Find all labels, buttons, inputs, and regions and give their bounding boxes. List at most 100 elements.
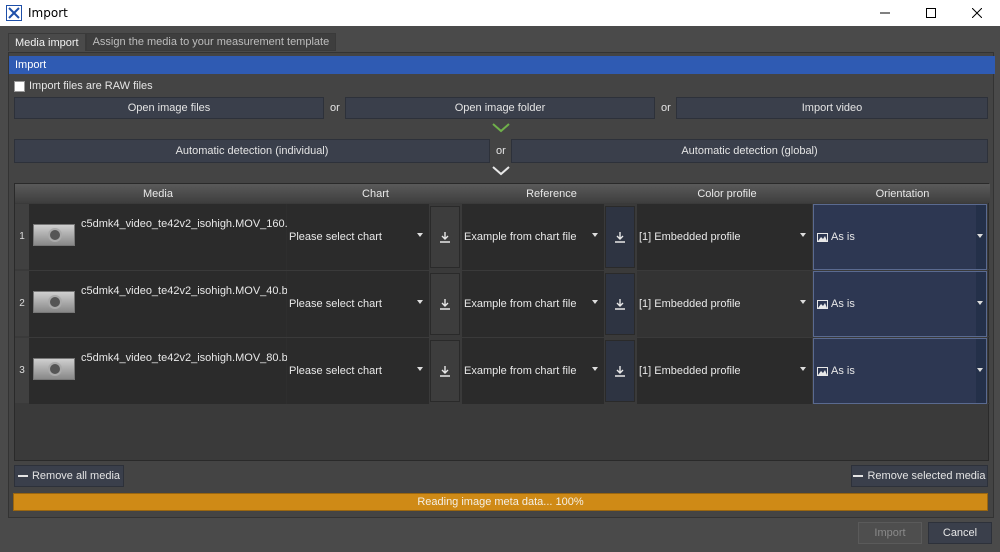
download-icon — [440, 232, 450, 243]
title-bar: Import — [0, 0, 1000, 26]
app-icon — [6, 5, 22, 21]
cancel-button[interactable]: Cancel — [928, 522, 992, 544]
dropdown-arrow-icon — [800, 367, 806, 371]
dropdown-arrow-icon — [592, 233, 598, 237]
load-reference-button[interactable] — [605, 340, 635, 402]
reference-select[interactable]: Example from chart file — [462, 271, 604, 337]
table-row[interactable]: 1 c5dmk4_video_te42v2_isohigh.MOV_160.bm… — [15, 204, 990, 270]
tab-media-import[interactable]: Media import — [8, 33, 86, 51]
image-icon — [817, 299, 828, 309]
color-profile-value: [1] Embedded profile — [639, 298, 741, 310]
table-row[interactable]: 3 c5dmk4_video_te42v2_isohigh.MOV_80.bmp… — [15, 338, 990, 404]
row-number: 2 — [15, 271, 29, 336]
reference-select[interactable]: Example from chart file — [462, 338, 604, 404]
import-video-button[interactable]: Import video — [676, 97, 988, 119]
media-cell[interactable]: c5dmk4_video_te42v2_isohigh.MOV_40.bmp — [29, 271, 303, 337]
section-header: Import — [9, 56, 995, 74]
chart-select[interactable]: Please select chart — [287, 338, 429, 404]
chart-select[interactable]: Please select chart — [287, 204, 429, 270]
download-icon — [440, 299, 450, 310]
remove-all-media-button[interactable]: Remove all media — [14, 465, 124, 487]
row-number-header — [15, 184, 29, 203]
column-header-color-profile[interactable]: Color profile — [639, 184, 815, 203]
or-label: or — [496, 145, 506, 157]
column-header-media[interactable]: Media — [29, 184, 287, 203]
or-label: or — [330, 102, 340, 114]
chart-select-value: Please select chart — [289, 231, 382, 243]
orientation-select[interactable]: As is — [813, 271, 987, 337]
minimize-button[interactable] — [862, 0, 908, 26]
auto-detect-global-button[interactable]: Automatic detection (global) — [511, 139, 988, 163]
orientation-select[interactable]: As is — [813, 338, 987, 404]
dropdown-arrow-icon — [417, 233, 423, 237]
column-header-orientation[interactable]: Orientation — [815, 184, 990, 203]
minimize-icon — [880, 12, 890, 14]
reference-select-value: Example from chart file — [464, 365, 577, 377]
dropdown-arrow-icon — [800, 300, 806, 304]
load-chart-button[interactable] — [430, 273, 460, 335]
media-thumbnail — [33, 224, 75, 246]
progress-text: Reading image meta data... 100% — [417, 496, 584, 508]
load-chart-button[interactable] — [430, 340, 460, 402]
column-header-reference[interactable]: Reference — [464, 184, 639, 203]
dropdown-arrow-icon — [977, 234, 983, 238]
download-icon — [615, 299, 625, 310]
media-thumbnail — [33, 358, 75, 380]
raw-files-label: Import files are RAW files — [29, 80, 153, 92]
raw-files-option[interactable]: Import files are RAW files — [14, 80, 153, 92]
reference-select[interactable]: Example from chart file — [462, 204, 604, 270]
download-icon — [615, 366, 625, 377]
open-image-files-button[interactable]: Open image files — [14, 97, 324, 119]
column-header-chart[interactable]: Chart — [287, 184, 464, 203]
load-chart-button[interactable] — [430, 206, 460, 268]
media-cell[interactable]: c5dmk4_video_te42v2_isohigh.MOV_160.bmp — [29, 204, 309, 270]
color-profile-select[interactable]: [1] Embedded profile — [637, 338, 812, 404]
remove-all-media-label: Remove all media — [31, 470, 121, 482]
reference-select-value: Example from chart file — [464, 231, 577, 243]
close-icon — [972, 8, 982, 18]
progress-bar: Reading image meta data... 100% — [13, 493, 988, 511]
auto-detect-individual-button[interactable]: Automatic detection (individual) — [14, 139, 490, 163]
dropdown-arrow-icon — [417, 300, 423, 304]
import-panel: Import Import files are RAW files Open i… — [8, 52, 995, 518]
table-header: Media Chart Reference Color profile Orie… — [15, 184, 990, 203]
load-reference-button[interactable] — [605, 273, 635, 335]
import-button[interactable]: Import — [858, 522, 922, 544]
open-image-folder-button[interactable]: Open image folder — [345, 97, 655, 119]
color-profile-value: [1] Embedded profile — [639, 365, 741, 377]
window-title: Import — [28, 6, 68, 20]
media-filename: c5dmk4_video_te42v2_isohigh.MOV_160.bmp — [81, 218, 310, 230]
tab-bar: Media import Assign the media to your me… — [8, 33, 337, 53]
close-button[interactable] — [954, 0, 1000, 26]
color-profile-select[interactable]: [1] Embedded profile — [637, 204, 812, 270]
minus-icon — [853, 475, 864, 477]
minus-icon — [17, 475, 28, 477]
maximize-icon — [926, 8, 936, 18]
media-cell[interactable]: c5dmk4_video_te42v2_isohigh.MOV_80.bmp — [29, 338, 303, 404]
remove-selected-media-button[interactable]: Remove selected media — [851, 465, 988, 487]
tab-assign-media[interactable]: Assign the media to your measurement tem… — [85, 33, 337, 51]
chevron-down-icon — [492, 166, 510, 176]
media-filename: c5dmk4_video_te42v2_isohigh.MOV_80.bmp — [81, 352, 303, 364]
dropdown-arrow-icon — [417, 367, 423, 371]
reference-select-value: Example from chart file — [464, 298, 577, 310]
orientation-select[interactable]: As is — [813, 204, 987, 270]
remove-selected-media-label: Remove selected media — [867, 470, 986, 482]
media-thumbnail — [33, 291, 75, 313]
raw-files-checkbox[interactable] — [14, 80, 25, 92]
media-filename: c5dmk4_video_te42v2_isohigh.MOV_40.bmp — [81, 285, 303, 297]
media-table: Media Chart Reference Color profile Orie… — [14, 183, 990, 461]
maximize-button[interactable] — [908, 0, 954, 26]
chevron-down-icon — [492, 123, 510, 133]
download-icon — [440, 366, 450, 377]
chart-select[interactable]: Please select chart — [287, 271, 429, 337]
image-icon — [817, 366, 828, 376]
color-profile-value: [1] Embedded profile — [639, 231, 741, 243]
dropdown-arrow-icon — [977, 368, 983, 372]
dropdown-arrow-icon — [800, 233, 806, 237]
table-row[interactable]: 2 c5dmk4_video_te42v2_isohigh.MOV_40.bmp… — [15, 271, 990, 337]
color-profile-select[interactable]: [1] Embedded profile — [637, 271, 812, 337]
dropdown-arrow-icon — [592, 367, 598, 371]
row-number: 1 — [15, 204, 29, 269]
load-reference-button[interactable] — [605, 206, 635, 268]
